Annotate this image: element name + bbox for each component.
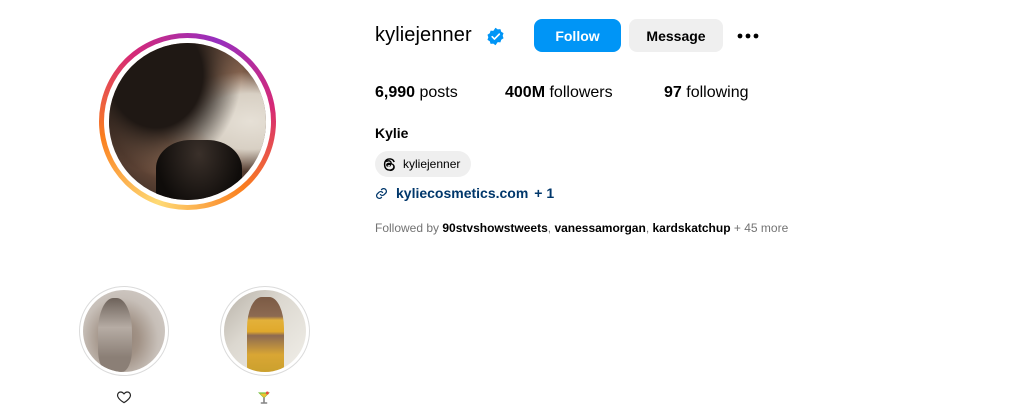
profile-full-name: Kylie [375,125,409,141]
link-url: kyliecosmetics.com [396,185,529,201]
external-link[interactable]: kyliecosmetics.com + 1 [375,185,554,201]
highlight-cover [224,290,306,372]
message-button[interactable]: Message [629,19,723,52]
posts-count: 6,990 posts [375,84,458,101]
following-count[interactable]: 97 following [664,84,749,102]
verified-badge-icon [487,27,504,46]
story-highlight[interactable] [79,286,169,376]
more-options-icon[interactable] [735,26,761,46]
threads-icon [383,157,395,171]
profile-username[interactable]: kyliejenner [375,24,472,47]
follow-button[interactable]: Follow [534,19,621,52]
profile-avatar[interactable] [99,33,276,210]
mutual-follower: 90stvshowstweets [442,221,548,235]
avatar-photo [109,43,266,200]
story-highlight[interactable] [220,286,310,376]
highlight-cover [83,290,165,372]
link-icon [376,187,387,199]
link-extra-count: + 1 [534,185,555,201]
cocktail-emoji-icon [258,391,270,404]
mutual-follower: kardskatchup [652,221,731,235]
threads-handle: kyliejenner [403,157,461,171]
heart-icon [116,391,132,404]
followed-by-text[interactable]: Followed by 90stvshowstweets, vanessamor… [375,221,788,235]
followers-count[interactable]: 400M followers [505,84,613,102]
threads-link-chip[interactable]: kyliejenner [375,151,471,177]
mutual-follower: vanessamorgan [554,221,646,235]
